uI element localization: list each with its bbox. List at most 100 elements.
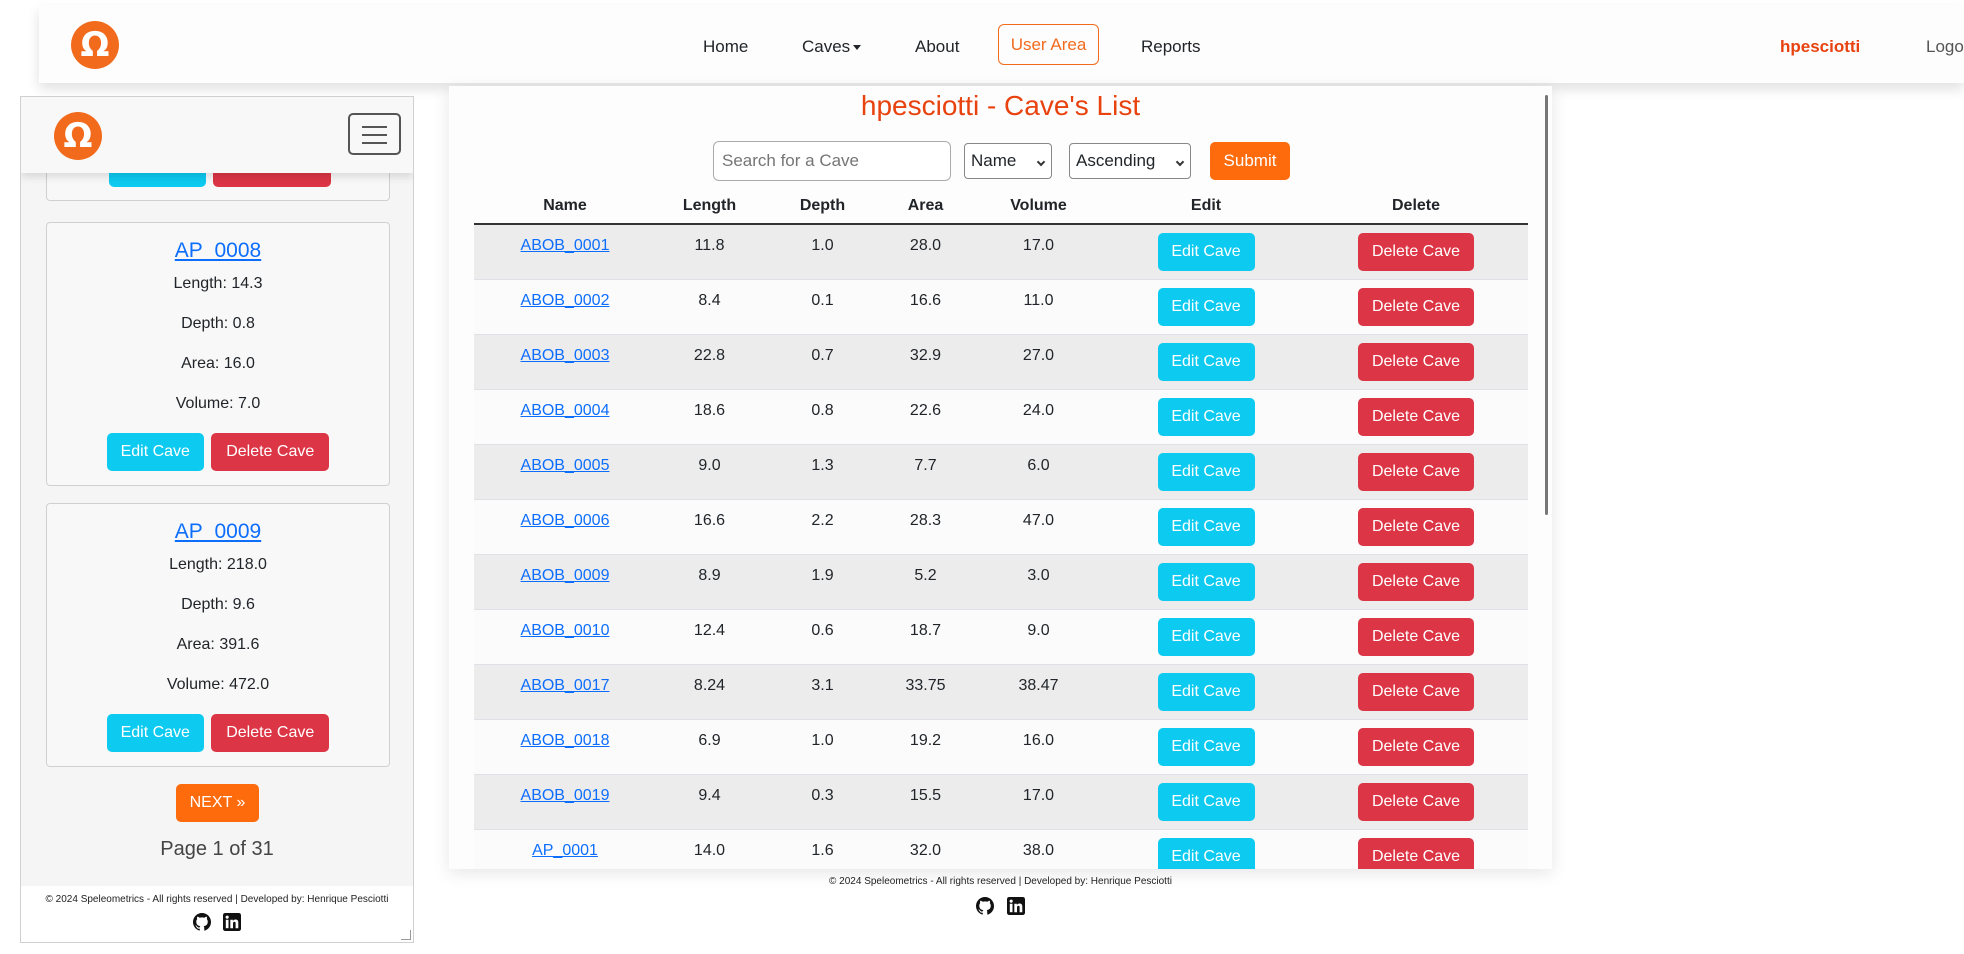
omega-logo[interactable]: Ω — [54, 112, 102, 160]
edit-cave-button[interactable]: Edit Cave — [106, 433, 204, 471]
delete-cave-button[interactable]: Delete Cave — [1358, 672, 1474, 711]
col-header-depth[interactable]: Depth — [763, 188, 882, 225]
search-input[interactable] — [713, 141, 951, 181]
cave-length-cell: 14.0 — [656, 829, 763, 869]
cave-length-cell: 16.6 — [656, 499, 763, 555]
table-row: ABOB_0019 9.4 0.3 15.5 17.0 Edit Cave Delete C… — [474, 774, 1528, 830]
cave-area-cell: 19.2 — [882, 719, 969, 775]
edit-cell: Edit Cave — [1108, 389, 1304, 445]
nav-about[interactable]: About — [915, 37, 959, 57]
mobile-preview: Edit Cave Delete Cave Ω AP_0008 Length: … — [20, 96, 414, 943]
nav-home[interactable]: Home — [703, 37, 748, 57]
nav-user-area[interactable]: User Area — [998, 24, 1099, 65]
delete-cave-button[interactable]: Delete Cave — [1358, 397, 1474, 436]
edit-cave-button[interactable]: Edit Cave — [1157, 287, 1255, 326]
cave-name-link[interactable]: ABOB_0006 — [521, 512, 610, 529]
cave-name-link[interactable]: ABOB_0004 — [521, 402, 610, 419]
edit-cave-button[interactable]: Edit Cave — [1157, 342, 1255, 381]
chevron-down-icon — [1036, 157, 1046, 167]
cave-name-link[interactable]: ABOB_0001 — [521, 237, 610, 254]
cave-area-cell: 33.75 — [882, 664, 969, 720]
cave-area-cell: 15.5 — [882, 774, 969, 830]
nav-reports[interactable]: Reports — [1141, 37, 1201, 57]
sort-order-select[interactable]: Ascending — [1069, 143, 1191, 179]
submit-button[interactable]: Submit — [1210, 142, 1290, 180]
cave-name-cell: ABOB_0019 — [474, 774, 656, 830]
delete-cave-button[interactable]: Delete Cave — [1358, 452, 1474, 491]
github-icon[interactable] — [192, 913, 211, 931]
delete-cave-button[interactable]: Delete Cave — [1358, 232, 1474, 271]
cave-name-link[interactable]: ABOB_0017 — [521, 677, 610, 694]
col-header-name[interactable]: Name — [474, 188, 656, 225]
delete-cell: Delete Cave — [1304, 224, 1528, 280]
cave-name-cell: ABOB_0010 — [474, 609, 656, 665]
edit-cave-button[interactable]: Edit Cave — [1157, 562, 1255, 601]
table-row: ABOB_0010 12.4 0.6 18.7 9.0 Edit Cave Delete C… — [474, 609, 1528, 665]
edit-cave-button[interactable]: Edit Cave — [1157, 727, 1255, 766]
main-content: hpesciotti - Cave's List Name Ascending … — [449, 86, 1552, 869]
cave-name-link[interactable]: ABOB_0019 — [521, 787, 610, 804]
edit-cave-button[interactable]: Edit Cave — [106, 714, 204, 752]
cave-name-link[interactable]: AP_0001 — [532, 842, 598, 859]
delete-cave-button[interactable]: Delete Cave — [1358, 342, 1474, 381]
delete-cell: Delete Cave — [1304, 664, 1528, 720]
cave-volume-cell: 3.0 — [969, 554, 1108, 610]
delete-cave-button[interactable]: Delete Cave — [1358, 562, 1474, 601]
cave-name-link[interactable]: ABOB_0010 — [521, 622, 610, 639]
cave-name-cell: ABOB_0006 — [474, 499, 656, 555]
cave-name-link[interactable]: ABOB_0003 — [521, 347, 610, 364]
col-header-area[interactable]: Area — [882, 188, 969, 225]
edit-cell: Edit Cave — [1108, 554, 1304, 610]
col-header-volume[interactable]: Volume — [969, 188, 1108, 225]
cave-card-title[interactable]: AP_0008 — [47, 239, 389, 263]
nav-logout[interactable]: Logout — [1926, 37, 1964, 57]
delete-cave-button[interactable]: Delete Cave — [1358, 837, 1474, 869]
edit-cave-button[interactable]: Edit Cave — [1157, 397, 1255, 436]
github-icon[interactable] — [976, 897, 995, 915]
scrollbar[interactable] — [1545, 95, 1548, 515]
hamburger-icon[interactable] — [348, 113, 401, 155]
nav-caves-dropdown[interactable]: Caves — [802, 37, 862, 57]
delete-cave-button[interactable]: Delete Cave — [1358, 507, 1474, 546]
mobile-footer: © 2024 Speleometrics - All rights reserv… — [21, 886, 413, 942]
edit-cave-button[interactable]: Edit Cave — [1157, 782, 1255, 821]
caret-down-icon — [853, 45, 862, 51]
sort-field-value: Name — [971, 151, 1017, 170]
edit-cave-button[interactable]: Edit Cave — [1157, 232, 1255, 271]
delete-cave-button[interactable]: Delete Cave — [211, 433, 330, 471]
delete-cell: Delete Cave — [1304, 774, 1528, 830]
resize-handle[interactable] — [401, 930, 411, 940]
delete-cave-button[interactable]: Delete Cave — [1358, 287, 1474, 326]
edit-cave-button[interactable]: Edit Cave — [1157, 507, 1255, 546]
cave-length-cell: 12.4 — [656, 609, 763, 665]
cave-card-depth: Depth: 9.6 — [181, 596, 255, 613]
sort-field-select[interactable]: Name — [964, 143, 1052, 179]
edit-cave-button[interactable]: Edit Cave — [1157, 672, 1255, 711]
cave-name-link[interactable]: ABOB_0002 — [521, 292, 610, 309]
cave-depth-cell: 1.6 — [763, 829, 882, 869]
cave-card-title[interactable]: AP_0009 — [47, 520, 389, 544]
edit-cell: Edit Cave — [1108, 224, 1304, 280]
delete-cave-button[interactable]: Delete Cave — [211, 714, 330, 752]
sort-order-value: Ascending — [1076, 151, 1156, 170]
cave-depth-cell: 2.2 — [763, 499, 882, 555]
cave-length-cell: 8.9 — [656, 554, 763, 610]
delete-cave-button[interactable]: Delete Cave — [1358, 727, 1474, 766]
cave-name-link[interactable]: ABOB_0005 — [521, 457, 610, 474]
col-header-length[interactable]: Length — [656, 188, 763, 225]
edit-cave-button[interactable]: Edit Cave — [1157, 837, 1255, 869]
next-page-button[interactable]: NEXT » — [176, 784, 259, 822]
cave-length-cell: 9.0 — [656, 444, 763, 500]
delete-cave-button[interactable]: Delete Cave — [1358, 617, 1474, 656]
table-row: AP_0001 14.0 1.6 32.0 38.0 Edit Cave Delete Ca… — [474, 829, 1528, 869]
edit-cave-button[interactable]: Edit Cave — [1157, 617, 1255, 656]
delete-cell: Delete Cave — [1304, 499, 1528, 555]
nav-username[interactable]: hpesciotti — [1780, 37, 1860, 57]
delete-cave-button[interactable]: Delete Cave — [1358, 782, 1474, 821]
cave-name-link[interactable]: ABOB_0018 — [521, 732, 610, 749]
cave-name-link[interactable]: ABOB_0009 — [521, 567, 610, 584]
linkedin-icon[interactable] — [1006, 897, 1025, 915]
linkedin-icon[interactable] — [223, 913, 242, 931]
edit-cave-button[interactable]: Edit Cave — [1157, 452, 1255, 491]
cave-length-cell: 9.4 — [656, 774, 763, 830]
